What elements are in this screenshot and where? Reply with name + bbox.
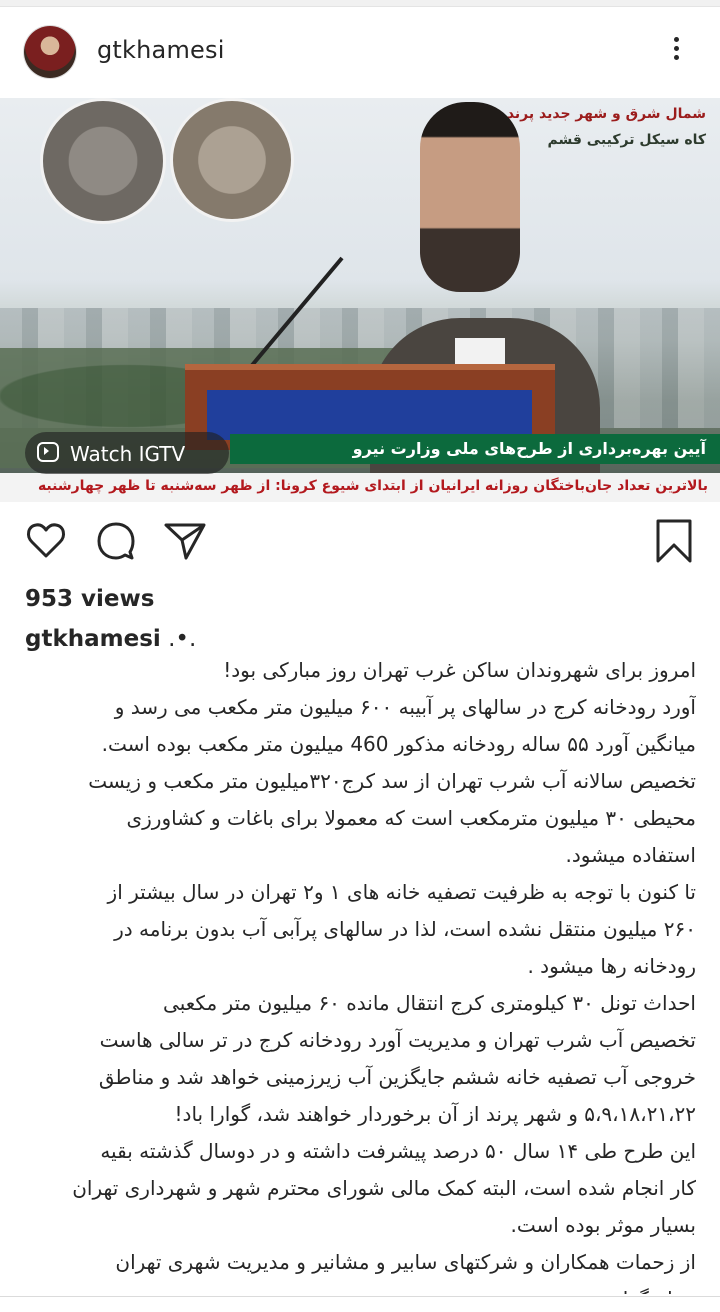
- caption-line: امروز برای شهروندان ساکن غرب تهران روز م…: [223, 658, 696, 682]
- post-actions: [0, 518, 720, 570]
- caption-line: استفاده میشود.: [565, 843, 697, 867]
- news-ticker-headline: آیین بهره‌برداری از طرح‌های ملی وزارت نی…: [230, 434, 720, 464]
- caption-line: محیطی ۳۰ میلیون مترمکعب است که معمولا بر…: [126, 806, 696, 830]
- heart-icon[interactable]: [24, 518, 68, 566]
- post-username[interactable]: gtkhamesi: [97, 36, 225, 64]
- watch-igtv-button[interactable]: Watch IGTV: [25, 432, 229, 474]
- bottom-nav-bar: [0, 1296, 720, 1312]
- caption-line: تخصیص آب شرب تهران و مدیریت آورد رودخانه…: [99, 1028, 696, 1052]
- caption-line: از زحمات همکاران و شرکتهای سابیر و مشانی…: [115, 1250, 696, 1274]
- caption-line: بسیار موثر بوده است.: [510, 1213, 696, 1237]
- caption-line: احداث تونل ۳۰ کیلومتری کرج انتقال مانده …: [163, 991, 696, 1015]
- status-divider: [0, 0, 720, 7]
- caption-line: ۵،۹،۱۸،۲۱،۲۲ و شهر پرند از آن برخوردار خ…: [174, 1102, 696, 1126]
- caption-username[interactable]: gtkhamesi: [25, 626, 161, 652]
- overlay-line-1: شمال شرق و شهر جدید پرند: [506, 106, 706, 122]
- caption-dots: .•.: [168, 626, 197, 652]
- send-icon[interactable]: [162, 518, 208, 566]
- ticker-breaking-text: بالاترین تعداد جان‌باختگان روزانه ایرانی…: [37, 478, 708, 494]
- caption-line: آورد رودخانه کرج در سالهای پر آبیبه ۶۰۰ …: [114, 695, 696, 719]
- views-count[interactable]: 953 views: [25, 586, 154, 612]
- caption-line: خروجی آب تصفیه خانه ششم جایگزین آب زیرزم…: [98, 1065, 696, 1089]
- ticker-headline-text: آیین بهره‌برداری از طرح‌های ملی وزارت نی…: [352, 439, 706, 458]
- caption-line: تا کنون با توجه به ظرفیت تصفیه خانه های …: [107, 880, 696, 904]
- post-caption: امروز برای شهروندان ساکن غرب تهران روز م…: [24, 652, 696, 1294]
- video-overlay-title: شمال شرق و شهر جدید پرند کاه سیکل ترکیبی…: [506, 106, 706, 148]
- avatar[interactable]: [24, 26, 76, 78]
- caption-line: این طرح طی ۱۴ سال ۵۰ درصد پیشرفت داشته و…: [100, 1139, 696, 1163]
- inset-photo-2: [170, 98, 294, 222]
- caption-line: تخصیص سالانه آب شرب تهران از سد کرج۳۲۰می…: [88, 769, 696, 793]
- caption-line: رودخانه رها میشود .: [527, 954, 696, 978]
- speaker-head: [420, 102, 520, 292]
- caption-line: میانگین آورد ۵۵ ساله رودخانه مذکور 460 م…: [101, 732, 696, 756]
- watch-igtv-label: Watch IGTV: [70, 442, 186, 466]
- caption-header: gtkhamesi .•.: [25, 626, 196, 652]
- igtv-icon: [37, 442, 59, 462]
- news-ticker-breaking: بالاترین تعداد جان‌باختگان روزانه ایرانی…: [0, 473, 720, 502]
- inset-photo-1: [40, 98, 166, 224]
- caption-line: ۲۶۰ میلیون منتقل نشده است، لذا در سالهای…: [114, 917, 696, 941]
- post-header: gtkhamesi: [0, 22, 720, 82]
- more-vertical-icon[interactable]: [664, 34, 688, 66]
- caption-line: کار انجام شده است، البته کمک مالی شورای …: [72, 1176, 696, 1200]
- bookmark-icon[interactable]: [654, 518, 694, 568]
- comment-icon[interactable]: [94, 518, 138, 566]
- overlay-line-2: کاه سیکل ترکیبی قشم: [547, 132, 707, 148]
- caption-line: سپاسگزارم: [24, 1281, 696, 1294]
